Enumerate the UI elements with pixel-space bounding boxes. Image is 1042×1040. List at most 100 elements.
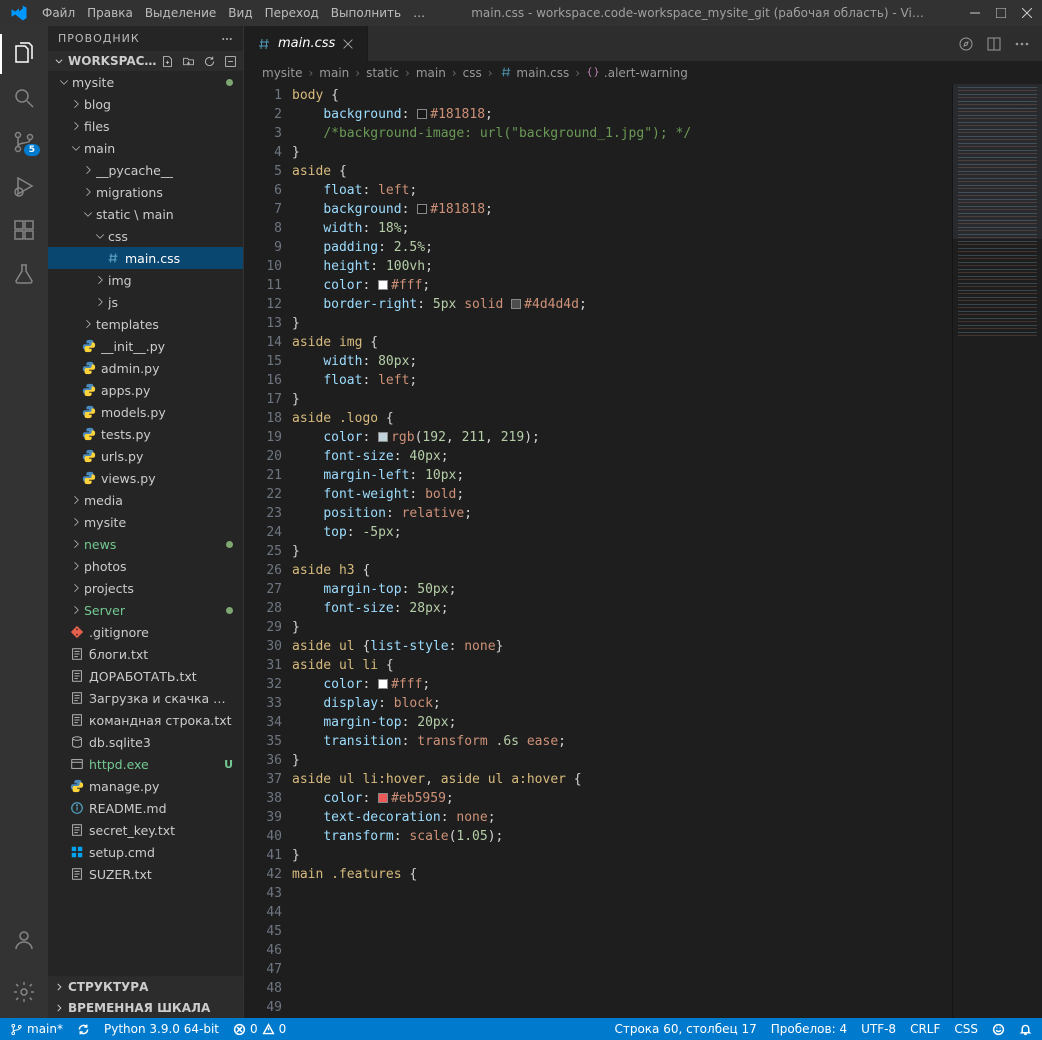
file-item[interactable]: setup.cmd (48, 841, 243, 863)
menu-item[interactable]: Переход (265, 6, 319, 20)
workspace-section[interactable]: WORKSPAC… (48, 51, 243, 71)
menu-item[interactable]: Файл (42, 6, 75, 20)
file-item[interactable]: .gitignore (48, 621, 243, 643)
activity-debug[interactable] (0, 166, 48, 206)
status-problems[interactable]: 0 0 (233, 1022, 286, 1036)
status-sync[interactable] (77, 1023, 90, 1036)
refresh-icon[interactable] (203, 55, 216, 68)
breadcrumbs[interactable]: mysite›main›static›main›css› main.css› .… (244, 61, 1042, 84)
file-item[interactable]: __init__.py (48, 335, 243, 357)
color-swatch-icon (378, 679, 388, 689)
minimize-icon[interactable] (970, 8, 980, 18)
activity-extensions[interactable] (0, 210, 48, 250)
status-branch[interactable]: main* (10, 1022, 63, 1036)
file-item[interactable]: db.sqlite3 (48, 731, 243, 753)
folder-item[interactable]: css (48, 225, 243, 247)
breadcrumb-item[interactable]: main (319, 66, 349, 80)
status-bell[interactable] (1019, 1022, 1032, 1036)
tree-label: setup.cmd (89, 845, 155, 860)
folder-item[interactable]: migrations (48, 181, 243, 203)
file-item[interactable]: main.css (48, 247, 243, 269)
timeline-section[interactable]: ВРЕМЕННАЯ ШКАЛА (48, 997, 243, 1018)
breadcrumb-item[interactable]: main (416, 66, 446, 80)
folder-item[interactable]: static \ main (48, 203, 243, 225)
status-language[interactable]: CSS (954, 1022, 978, 1036)
file-item[interactable]: командная строка.txt (48, 709, 243, 731)
menu-item[interactable]: Вид (228, 6, 252, 20)
tree-label: css (108, 229, 128, 244)
status-cursor[interactable]: Строка 60, столбец 17 (614, 1022, 756, 1036)
breadcrumb-item[interactable]: static (366, 66, 399, 80)
compass-icon[interactable] (958, 36, 974, 52)
file-item[interactable]: Загрузка и скачка карт… (48, 687, 243, 709)
file-item[interactable]: tests.py (48, 423, 243, 445)
menu-item[interactable]: Выполнить (331, 6, 401, 20)
tree-label: tests.py (101, 427, 151, 442)
minimap[interactable] (952, 84, 1042, 1018)
close-icon[interactable] (1022, 8, 1032, 18)
file-item[interactable]: urls.py (48, 445, 243, 467)
activity-explorer[interactable] (0, 34, 48, 74)
folder-item[interactable]: files (48, 115, 243, 137)
tree-label: templates (96, 317, 159, 332)
file-item[interactable]: README.md (48, 797, 243, 819)
folder-item[interactable]: photos (48, 555, 243, 577)
breadcrumb-item[interactable]: .alert-warning (586, 65, 688, 80)
folder-item[interactable]: main (48, 137, 243, 159)
file-item[interactable]: httpd.exeU (48, 753, 243, 775)
file-item[interactable]: views.py (48, 467, 243, 489)
file-item[interactable]: manage.py (48, 775, 243, 797)
new-folder-icon[interactable] (182, 55, 195, 68)
activity-testing[interactable] (0, 254, 48, 294)
status-python[interactable]: Python 3.9.0 64-bit (104, 1022, 219, 1036)
folder-item[interactable]: media (48, 489, 243, 511)
folder-item[interactable]: mysite (48, 511, 243, 533)
menu-item[interactable]: Выделение (145, 6, 216, 20)
new-file-icon[interactable] (161, 55, 174, 68)
folder-item[interactable]: __pycache__ (48, 159, 243, 181)
folder-item[interactable]: js (48, 291, 243, 313)
breadcrumb-separator-icon: › (452, 66, 457, 80)
folder-item[interactable]: news (48, 533, 243, 555)
outline-section[interactable]: СТРУКТУРА (48, 976, 243, 997)
tree-label: mysite (72, 75, 114, 90)
breadcrumb-separator-icon: › (308, 66, 313, 80)
status-spaces[interactable]: Пробелов: 4 (771, 1022, 847, 1036)
status-feedback[interactable] (992, 1022, 1005, 1036)
activity-account[interactable] (0, 920, 48, 960)
tab-main-css[interactable]: main.css (244, 26, 368, 61)
tree-label: db.sqlite3 (89, 735, 151, 750)
folder-item[interactable]: mysite (48, 71, 243, 93)
menu-item[interactable]: Правка (87, 6, 133, 20)
file-item[interactable]: блоги.txt (48, 643, 243, 665)
close-tab-icon[interactable] (341, 37, 355, 51)
file-item[interactable]: secret_key.txt (48, 819, 243, 841)
folder-item[interactable]: blog (48, 93, 243, 115)
breadcrumb-item[interactable]: main.css (499, 65, 570, 80)
file-item[interactable]: models.py (48, 401, 243, 423)
file-item[interactable]: SUZER.txt (48, 863, 243, 885)
maximize-icon[interactable] (996, 8, 1006, 18)
folder-item[interactable]: projects (48, 577, 243, 599)
file-item[interactable]: apps.py (48, 379, 243, 401)
tree-label: projects (84, 581, 134, 596)
activity-scm[interactable]: 5 (0, 122, 48, 162)
activity-settings[interactable] (0, 972, 48, 1012)
menu-overflow[interactable]: … (413, 6, 425, 20)
more-icon[interactable] (221, 33, 233, 45)
code-editor[interactable]: body { background: #181818; /*background… (292, 84, 952, 1018)
collapse-icon[interactable] (224, 55, 237, 68)
breadcrumb-item[interactable]: mysite (262, 66, 302, 80)
activity-search[interactable] (0, 78, 48, 118)
folder-item[interactable]: templates (48, 313, 243, 335)
more-icon[interactable] (1014, 36, 1030, 52)
split-editor-icon[interactable] (986, 36, 1002, 52)
folder-item[interactable]: img (48, 269, 243, 291)
status-eol[interactable]: CRLF (910, 1022, 940, 1036)
folder-item[interactable]: Server (48, 599, 243, 621)
file-item[interactable]: admin.py (48, 357, 243, 379)
tree-label: files (84, 119, 110, 134)
status-encoding[interactable]: UTF-8 (861, 1022, 896, 1036)
file-item[interactable]: ДОРАБОТАТЬ.txt (48, 665, 243, 687)
breadcrumb-item[interactable]: css (463, 66, 482, 80)
